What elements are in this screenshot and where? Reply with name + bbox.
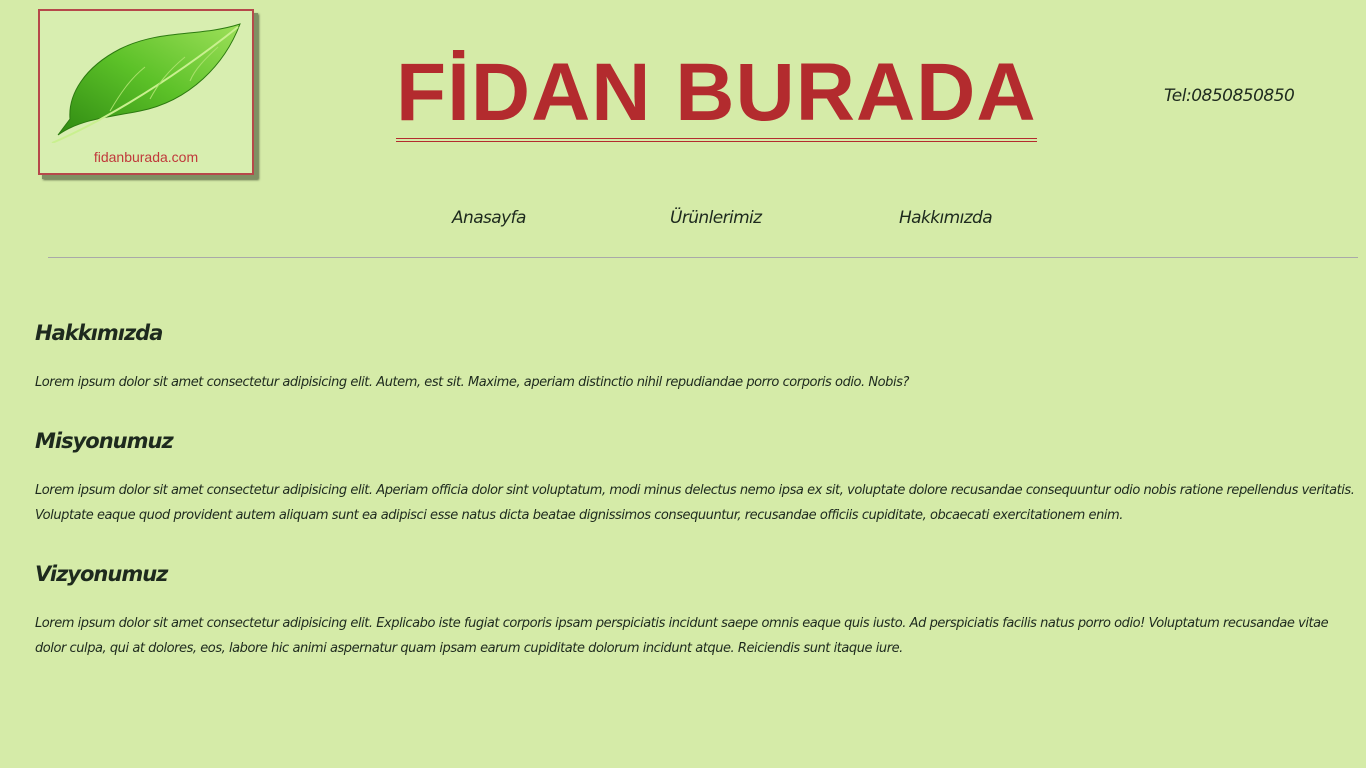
logo-text: fidanburada.com — [93, 149, 199, 165]
section-misyonumuz: Misyonumuz Lorem ipsum dolor sit amet co… — [35, 426, 1357, 528]
section-text: Lorem ipsum dolor sit amet consectetur a… — [35, 483, 1355, 523]
section-hakkimizda: Hakkımızda Lorem ipsum dolor sit amet co… — [35, 318, 1357, 395]
site-logo[interactable]: fidanburada.com — [38, 9, 254, 175]
nav-link-urunlerimiz[interactable]: Ürünlerimiz — [670, 208, 762, 228]
main-nav: Anasayfa Ürünlerimiz Hakkımızda — [0, 208, 1366, 234]
header-divider — [48, 257, 1358, 258]
section-heading: Hakkımızda — [35, 321, 163, 345]
section-text: Lorem ipsum dolor sit amet consectetur a… — [35, 616, 1329, 656]
nav-link-hakkimizda[interactable]: Hakkımızda — [899, 208, 993, 228]
section-vizyonumuz: Vizyonumuz Lorem ipsum dolor sit amet co… — [35, 559, 1357, 661]
section-text: Lorem ipsum dolor sit amet consectetur a… — [35, 375, 909, 390]
section-heading: Misyonumuz — [35, 429, 174, 453]
site-title[interactable]: FİDAN BURADA — [396, 48, 1037, 142]
phone-number: Tel:0850850850 — [1164, 86, 1295, 106]
section-heading: Vizyonumuz — [35, 562, 168, 586]
leaf-icon — [51, 23, 241, 143]
page: fidanburada.com FİDAN BURADA Tel:0850850… — [0, 0, 1366, 768]
nav-link-anasayfa[interactable]: Anasayfa — [452, 208, 526, 228]
